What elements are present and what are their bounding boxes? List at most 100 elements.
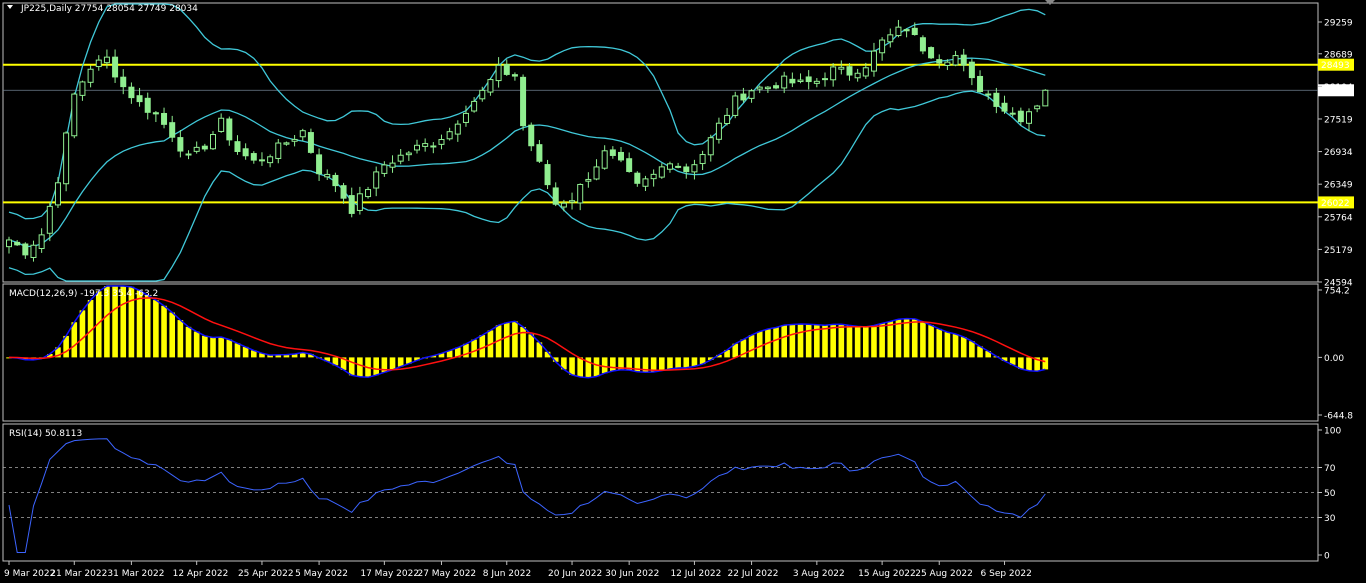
macd-histogram-bar xyxy=(136,290,143,358)
macd-histogram-bar xyxy=(830,324,836,358)
macd-histogram-bar xyxy=(756,331,763,358)
candle-body xyxy=(1034,105,1041,110)
macd-histogram-bar xyxy=(601,357,608,374)
collapse-triangle-icon[interactable] xyxy=(7,5,13,9)
candle-body xyxy=(46,205,53,234)
x-tick-label: 25 Apr 2022 xyxy=(238,569,294,579)
level-tag-text: 28493 xyxy=(1321,61,1350,71)
trading-chart[interactable]: 284932602228034 292592868928104275192693… xyxy=(0,0,1366,583)
candle-body xyxy=(405,152,412,156)
candle-body xyxy=(136,95,143,103)
candle-body xyxy=(389,162,396,168)
candle-body xyxy=(144,97,151,113)
candle-body xyxy=(879,39,886,54)
macd-histogram-bar xyxy=(944,332,951,358)
candle-body xyxy=(169,122,176,138)
y-tick-label: 26934 xyxy=(1324,148,1353,158)
candle-body xyxy=(479,89,486,100)
candle-body xyxy=(22,243,29,256)
macd-histogram-bar xyxy=(1042,357,1049,370)
candle-body xyxy=(250,153,257,161)
candle-body xyxy=(258,159,265,162)
candle-body xyxy=(503,64,510,75)
candle-body xyxy=(903,29,910,32)
macd-histogram-bar xyxy=(234,343,241,358)
panel-frames xyxy=(2,2,1319,562)
candle-body xyxy=(968,61,975,79)
candle-body xyxy=(797,79,804,83)
candle-body xyxy=(764,86,771,90)
candle-body xyxy=(340,185,347,199)
candle-body xyxy=(324,173,331,178)
candle-body xyxy=(985,93,992,96)
candle-body xyxy=(1001,102,1008,112)
macd-histogram-bar xyxy=(863,326,869,358)
x-tick-label: 5 May 2022 xyxy=(295,569,348,579)
x-tick-label: 8 Jun 2022 xyxy=(483,569,531,579)
candle-body xyxy=(185,153,192,156)
macd-histogram-bar xyxy=(512,321,518,358)
candle-body xyxy=(1042,89,1049,107)
candle-body xyxy=(830,66,837,81)
macd-histogram-bar xyxy=(789,324,796,358)
candle-body xyxy=(226,118,233,141)
macd-histogram-bar xyxy=(193,331,200,358)
candle-body xyxy=(895,26,902,37)
y-tick-label: 28689 xyxy=(1324,50,1353,60)
candle-body xyxy=(789,78,796,84)
candle-body xyxy=(120,76,127,88)
y-tick-label: 50 xyxy=(1324,489,1336,499)
x-tick-label: 6 Sep 2022 xyxy=(981,569,1032,579)
macd-histogram-bar xyxy=(1026,357,1032,371)
x-tick-label: 25 Aug 2022 xyxy=(915,569,973,579)
candle-body xyxy=(724,114,731,124)
candle-body xyxy=(177,137,184,152)
x-tick-label: 3 Aug 2022 xyxy=(793,569,845,579)
candle-body xyxy=(299,130,306,138)
macd-histogram-bar xyxy=(838,324,845,358)
candle-body xyxy=(911,27,918,36)
macd-histogram-bar xyxy=(218,336,224,358)
candle-body xyxy=(487,79,494,93)
candle-body xyxy=(634,172,641,184)
macd-histogram-bar xyxy=(528,334,535,358)
x-tick-label: 12 Jul 2022 xyxy=(670,569,721,579)
candle-body xyxy=(609,149,616,156)
candle-body xyxy=(430,145,437,148)
x-tick-label: 12 Apr 2022 xyxy=(173,569,229,579)
candle-body xyxy=(63,132,70,185)
macd-histogram-bar xyxy=(226,339,233,358)
y-tick-label: 100 xyxy=(1324,427,1341,437)
candle-body xyxy=(569,200,576,203)
rsi-label: RSI(14) 50.8113 xyxy=(9,429,82,439)
candle-body xyxy=(993,92,1000,107)
candle-body xyxy=(960,54,967,66)
candle-body xyxy=(813,80,820,84)
macd-histogram-bar xyxy=(348,357,355,376)
candle-body xyxy=(356,193,363,211)
candle-body xyxy=(528,124,535,147)
macd-histogram-bar xyxy=(773,327,779,358)
candle-body xyxy=(242,148,249,157)
macd-histogram-bar xyxy=(153,300,159,358)
candle-body xyxy=(112,56,119,78)
candle-body xyxy=(316,154,323,175)
candle-body xyxy=(919,37,926,52)
macd-histogram-bar xyxy=(659,357,665,371)
candle-body xyxy=(283,142,290,145)
candle-body xyxy=(6,239,12,248)
y-tick-label: 27519 xyxy=(1324,115,1353,125)
macd-histogram-bar xyxy=(879,323,885,358)
candle-body xyxy=(854,72,861,79)
macd-histogram-bar xyxy=(161,305,167,358)
x-tick-label: 17 May 2022 xyxy=(360,569,419,579)
macd-histogram-bar xyxy=(895,319,902,358)
x-tick-label: 22 Jul 2022 xyxy=(728,569,779,579)
candle-body xyxy=(291,138,298,142)
y-tick-label: 754.2 xyxy=(1324,287,1350,297)
candle-body xyxy=(585,178,592,182)
candle-body xyxy=(161,112,168,125)
time-axis: 9 Mar 202221 Mar 2022 31 Mar 2022 12 Apr 2… xyxy=(4,561,1032,579)
candle-body xyxy=(805,76,812,83)
candle-body xyxy=(54,182,61,206)
